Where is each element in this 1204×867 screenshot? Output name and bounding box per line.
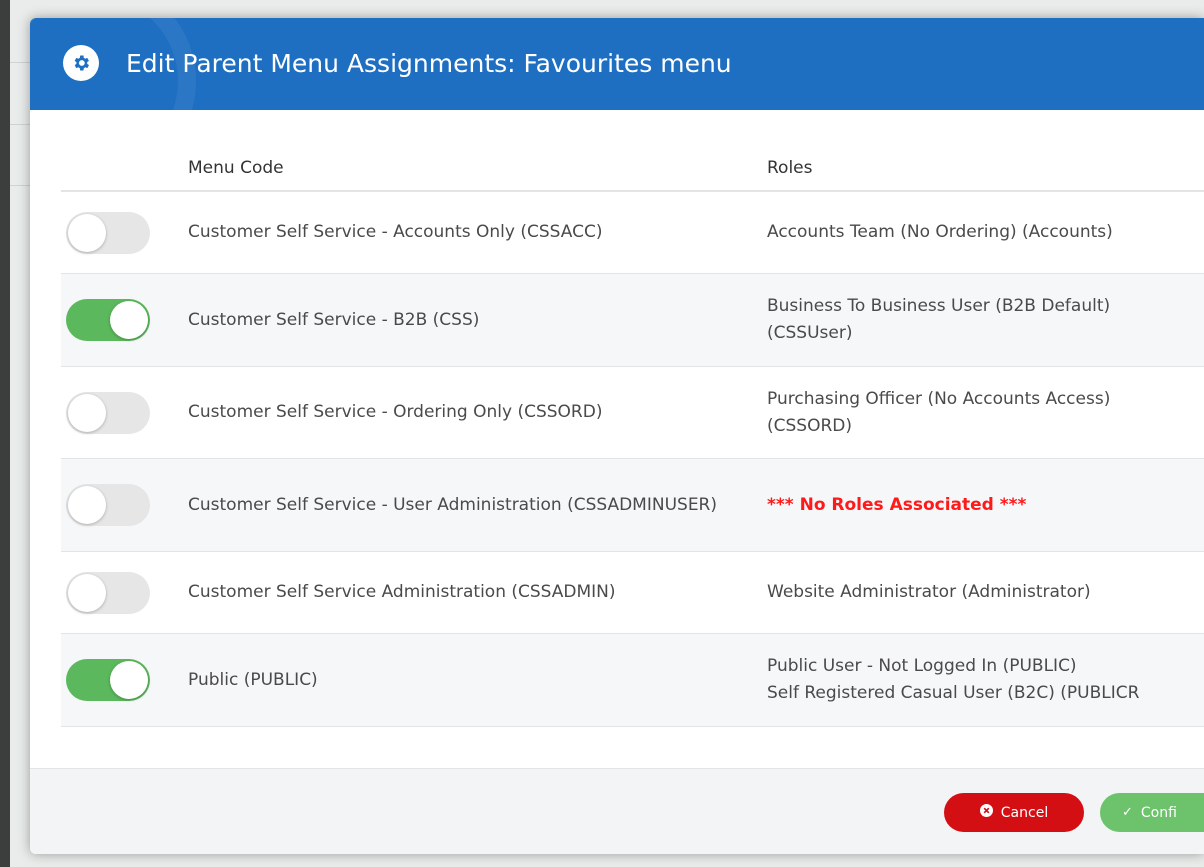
menu-assignments-table: Menu Code Roles Customer Self Service - … <box>61 148 1204 727</box>
gear-icon <box>63 45 99 81</box>
toggle-knob <box>110 661 148 699</box>
menu-code-cell: Customer Self Service - Accounts Only (C… <box>188 222 603 242</box>
roles-cell: Accounts Team (No Ordering) (Accounts) <box>767 219 1204 246</box>
role-line: Self Registered Casual User (B2C) (PUBLI… <box>767 683 1140 703</box>
assignment-toggle[interactable] <box>66 571 150 614</box>
assignment-toggle[interactable] <box>66 299 150 341</box>
toggle-knob <box>110 301 148 339</box>
table-row: Customer Self Service - User Administrat… <box>61 459 1204 552</box>
role-line: (CSSUser) <box>767 323 853 343</box>
role-line: (CSSORD) <box>767 415 852 436</box>
table-row: Customer Self Service - Ordering Only (C… <box>61 367 1204 459</box>
no-roles-warning: *** No Roles Associated *** <box>767 494 1027 515</box>
menu-code-cell: Customer Self Service - User Administrat… <box>188 494 718 515</box>
toggle-knob <box>68 213 106 252</box>
toggle-knob <box>68 573 106 612</box>
edit-menu-assignments-dialog: Edit Parent Menu Assignments: Favourites… <box>30 18 1204 854</box>
table-body: Customer Self Service - Accounts Only (C… <box>61 192 1204 727</box>
assignment-toggle[interactable] <box>66 391 150 434</box>
roles-cell: Purchasing Officer (No Accounts Access) (… <box>767 386 1204 440</box>
column-header-menu-code: Menu Code <box>188 158 284 178</box>
dialog-footer: Cancel ✓ Confi <box>30 768 1204 854</box>
role-line: Public User - Not Logged In (PUBLIC) <box>767 656 1077 676</box>
menu-code-cell: Customer Self Service - Ordering Only (C… <box>188 402 603 422</box>
assignment-toggle[interactable] <box>66 484 150 526</box>
role-line: Accounts Team (No Ordering) (Accounts) <box>767 222 1113 242</box>
menu-code-cell: Customer Self Service - B2B (CSS) <box>188 309 480 330</box>
roles-cell: Website Administrator (Administrator) <box>767 579 1204 606</box>
table-header: Menu Code Roles <box>61 148 1204 192</box>
assignment-toggle[interactable] <box>66 659 150 701</box>
column-header-roles: Roles <box>767 158 813 178</box>
toggle-knob <box>68 393 106 432</box>
table-row: Customer Self Service - Accounts Only (C… <box>61 192 1204 274</box>
confirm-button[interactable]: ✓ Confi <box>1100 793 1204 832</box>
toggle-cell <box>66 484 150 526</box>
dialog-header: Edit Parent Menu Assignments: Favourites… <box>30 18 1204 110</box>
toggle-cell <box>66 659 150 701</box>
toggle-knob <box>68 486 106 524</box>
assignment-toggle[interactable] <box>66 211 150 254</box>
dialog-title: Edit Parent Menu Assignments: Favourites… <box>126 49 732 78</box>
role-line: Business To Business User (B2B Default) <box>767 296 1111 316</box>
table-row: Customer Self Service - B2B (CSS) Busines… <box>61 274 1204 367</box>
toggle-cell <box>66 571 150 614</box>
times-circle-icon <box>979 804 993 821</box>
roles-cell: *** No Roles Associated *** <box>767 492 1204 519</box>
table-row: Customer Self Service Administration (CS… <box>61 552 1204 634</box>
roles-cell: Public User - Not Logged In (PUBLIC) Self… <box>767 653 1204 707</box>
cancel-button-label: Cancel <box>1000 804 1049 821</box>
role-line: Website Administrator (Administrator) <box>767 582 1091 602</box>
toggle-cell <box>66 299 150 341</box>
table-row: Public (PUBLIC) Public User - Not Logged … <box>61 634 1204 727</box>
toggle-cell <box>66 211 150 254</box>
confirm-button-label: Confi <box>1140 804 1177 821</box>
cancel-button[interactable]: Cancel <box>944 793 1084 832</box>
check-icon: ✓ <box>1122 805 1133 820</box>
toggle-cell <box>66 391 150 434</box>
role-line: Purchasing Officer (No Accounts Access) <box>767 388 1111 409</box>
menu-code-cell: Customer Self Service Administration (CS… <box>188 582 616 602</box>
menu-code-cell: Public (PUBLIC) <box>188 669 318 690</box>
roles-cell: Business To Business User (B2B Default) (… <box>767 293 1204 347</box>
